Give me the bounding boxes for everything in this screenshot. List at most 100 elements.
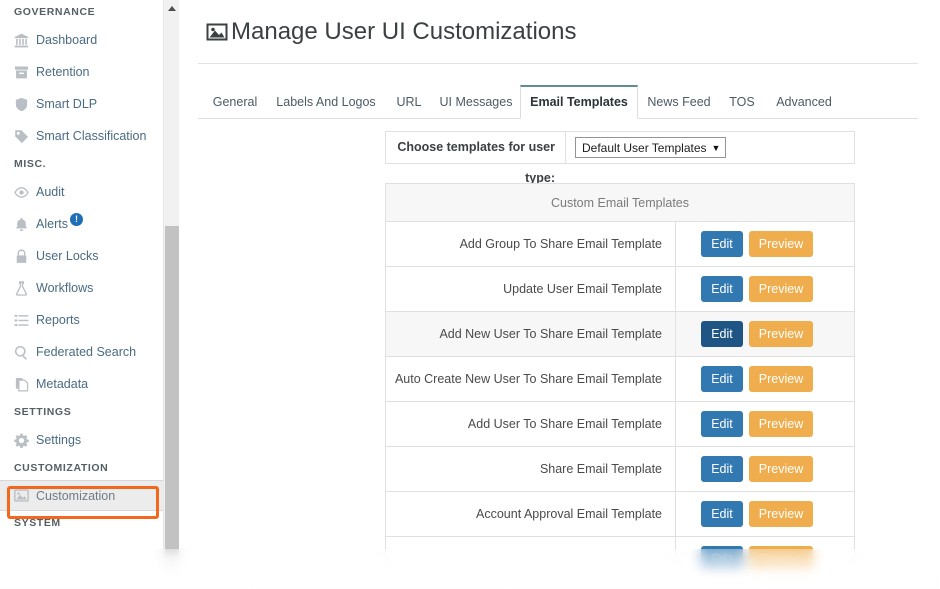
edit-button[interactable]: Edit [701,456,743,482]
chooser-label: Choose templates for user type: [386,132,566,163]
sidebar-item-label: Workflows [36,281,93,295]
preview-button[interactable]: Preview [749,501,813,527]
sidebar-item-label: User Locks [36,249,99,263]
sidebar-scrollbar[interactable] [163,0,179,589]
sidebar-item-label: Federated Search [36,345,136,359]
template-user-type-chooser: Choose templates for user type: Default … [385,131,855,164]
chevron-down-icon: ▼ [712,143,721,153]
row-actions: EditPreview [676,447,854,491]
flask-icon [14,281,36,296]
preview-button[interactable]: Preview [749,546,813,572]
sidebar-item-federated-search[interactable]: Federated Search [0,336,163,368]
sidebar-item-label: Alerts [36,217,68,231]
template-name: Update User Email Template [386,267,676,311]
preview-button[interactable]: Preview [749,321,813,347]
row-actions: EditPreview [676,492,854,536]
edit-button[interactable]: Edit [701,276,743,302]
sidebar-item-retention[interactable]: Retention [0,56,163,88]
sidebar-item-alerts[interactable]: Alerts! [0,208,163,240]
content-area: Manage User UI Customizations GeneralLab… [180,0,940,589]
page-title-text: Manage User UI Customizations [231,18,576,46]
sidebar-item-label: Reports [36,313,80,327]
sidebar-item-smart-classification[interactable]: Smart Classification [0,120,163,152]
table-row[interactable]: Add Group To Share Email TemplateEditPre… [386,222,854,267]
tab-tos[interactable]: TOS [720,86,764,119]
preview-button[interactable]: Preview [749,366,813,392]
sidebar: GOVERNANCE Dashboard Retention Smart DLP Sma… [0,0,163,589]
tab-url[interactable]: URL [386,86,432,119]
preview-button[interactable]: Preview [749,456,813,482]
app-root: GOVERNANCE Dashboard Retention Smart DLP Sma… [0,0,940,589]
table-row[interactable]: Add New User To Share Email TemplateEdit… [386,312,854,357]
tab-email-templates[interactable]: Email Templates [520,85,638,119]
list-icon [14,313,36,328]
alerts-badge: ! [70,213,83,226]
bank-icon [14,33,36,48]
email-templates-table: Custom Email Templates Add Group To Shar… [385,183,855,582]
user-type-select-value: Default User Templates [582,141,707,155]
sidebar-section-customization: CUSTOMIZATION [0,456,163,480]
row-actions: EditPreview [676,402,854,446]
edit-button[interactable]: Edit [701,366,743,392]
sidebar-section-settings: SETTINGS [0,400,163,424]
scroll-up-arrow-icon[interactable] [164,0,179,17]
table-body: Add Group To Share Email TemplateEditPre… [386,222,854,582]
template-name [386,537,676,581]
eye-icon [14,185,36,200]
table-row[interactable]: Share Email TemplateEditPreview [386,447,854,492]
user-type-select[interactable]: Default User Templates ▼ [575,137,726,158]
sidebar-item-dashboard[interactable]: Dashboard [0,24,163,56]
preview-button[interactable]: Preview [749,276,813,302]
sidebar-item-label: Audit [36,185,65,199]
search-icon [14,345,36,360]
preview-button[interactable]: Preview [749,231,813,257]
template-name: Add Group To Share Email Template [386,222,676,266]
table-header: Custom Email Templates [386,184,854,222]
row-actions: EditPreview [676,267,854,311]
gear-icon [14,433,36,448]
sidebar-section-system: SYSTEM [0,511,163,535]
sidebar-item-user-locks[interactable]: User Locks [0,240,163,272]
tab-labels-and-logos[interactable]: Labels And Logos [266,86,386,119]
sidebar-item-metadata[interactable]: Metadata [0,368,163,400]
sidebar-item-settings[interactable]: Settings [0,424,163,456]
table-row[interactable]: EditPreview [386,537,854,582]
edit-button[interactable]: Edit [701,546,743,572]
tab-advanced[interactable]: Advanced [764,86,844,119]
sidebar-item-label: Smart Classification [36,129,146,143]
row-actions: EditPreview [676,222,854,266]
sidebar-item-reports[interactable]: Reports [0,304,163,336]
table-row[interactable]: Add User To Share Email TemplateEditPrev… [386,402,854,447]
table-row[interactable]: Account Approval Email TemplateEditPrevi… [386,492,854,537]
template-name: Share Email Template [386,447,676,491]
edit-button[interactable]: Edit [701,321,743,347]
tag-icon [14,129,36,144]
table-row[interactable]: Update User Email TemplateEditPreview [386,267,854,312]
sidebar-section-governance: GOVERNANCE [0,0,163,24]
sidebar-item-customization[interactable]: Customization [0,480,163,511]
template-name: Add User To Share Email Template [386,402,676,446]
template-name: Auto Create New User To Share Email Temp… [386,357,676,401]
archive-icon [14,65,36,80]
table-row[interactable]: Auto Create New User To Share Email Temp… [386,357,854,402]
preview-button[interactable]: Preview [749,411,813,437]
header-divider [198,63,918,64]
row-actions: EditPreview [676,357,854,401]
edit-button[interactable]: Edit [701,501,743,527]
template-name: Account Approval Email Template [386,492,676,536]
tab-news-feed[interactable]: News Feed [638,86,720,119]
scrollbar-thumb[interactable] [165,226,179,556]
sidebar-item-label: Smart DLP [36,97,97,111]
image-icon [206,22,228,42]
sidebar-item-audit[interactable]: Audit [0,176,163,208]
sidebar-item-label: Customization [36,489,115,503]
image-icon [14,488,36,503]
tab-ui-messages[interactable]: UI Messages [432,86,520,119]
edit-button[interactable]: Edit [701,411,743,437]
tab-general[interactable]: General [204,86,266,119]
tab-bar: GeneralLabels And LogosURLUI MessagesEma… [198,86,918,119]
sidebar-item-workflows[interactable]: Workflows [0,272,163,304]
edit-button[interactable]: Edit [701,231,743,257]
sidebar-item-smart-dlp[interactable]: Smart DLP [0,88,163,120]
sidebar-item-label: Dashboard [36,33,97,47]
